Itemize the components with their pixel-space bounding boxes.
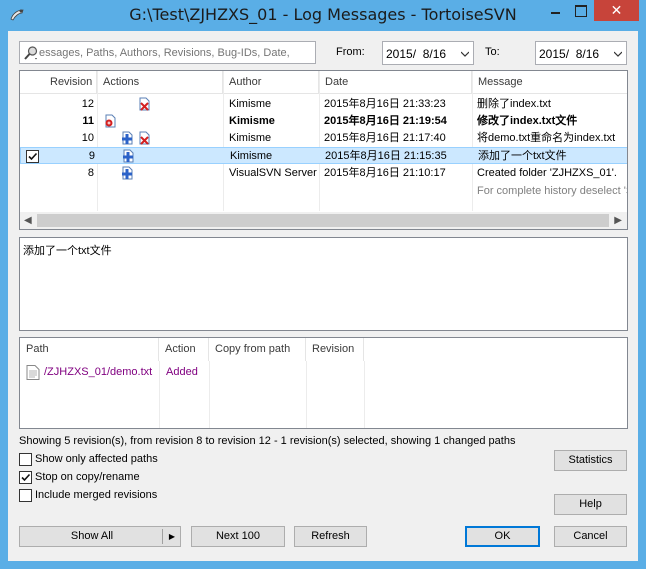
to-date-picker[interactable]: 2015/ 8/16: [535, 41, 627, 65]
search-input[interactable]: [39, 45, 309, 60]
date-cell: 2015年8月16日 21:10:17: [324, 167, 446, 179]
revision-row-selected[interactable]: 9 Kimisme 2015年8月16日 21:15:35 添加了一个txt文件: [20, 147, 627, 164]
revision-row[interactable]: 11 Kimisme 2015年8月16日 21:19:54 修改了index.…: [20, 113, 627, 130]
help-button[interactable]: Help: [554, 494, 627, 515]
message-cell: Created folder 'ZJHZXS_01'.: [477, 167, 617, 179]
checkbox-box[interactable]: [19, 453, 32, 466]
deleted-icon: [139, 131, 150, 145]
author-cell: Kimisme: [229, 115, 275, 127]
log-message-text: 添加了一个txt文件: [23, 245, 112, 257]
text-file-icon: [26, 365, 40, 380]
revision-number: 8: [87, 167, 94, 179]
revision-number: 10: [81, 132, 94, 144]
column-header-date[interactable]: Date: [319, 71, 472, 94]
revision-list-header: Revision Actions Author Date Message: [20, 71, 627, 94]
revision-number: 11: [82, 115, 94, 127]
close-button[interactable]: ✕: [594, 0, 639, 21]
message-cell: 修改了index.txt文件: [477, 115, 578, 127]
path-row[interactable]: /ZJHZXS_01/demo.txt Added: [20, 364, 627, 381]
message-cell: 将demo.txt重命名为index.txt: [477, 132, 616, 144]
close-icon: ✕: [610, 2, 623, 18]
revision-number: 9: [88, 150, 95, 162]
search-box[interactable]: [19, 41, 316, 64]
log-message-box[interactable]: 添加了一个txt文件: [19, 237, 628, 331]
chevron-down-icon[interactable]: [461, 50, 469, 58]
scroll-right-icon[interactable]: ▶: [614, 215, 622, 226]
ok-button[interactable]: OK: [465, 526, 540, 547]
changed-paths-list[interactable]: Path Action Copy from path Revision /ZJH…: [19, 337, 628, 429]
from-date-value: 2015/ 8/16: [386, 47, 447, 61]
added-icon: [122, 131, 133, 145]
row-checkbox[interactable]: [26, 150, 39, 163]
checkbox-box[interactable]: [19, 471, 32, 484]
show-all-label: Show All: [70, 530, 114, 542]
date-cell: 2015年8月16日 21:17:40: [324, 132, 446, 144]
column-header-author[interactable]: Author: [223, 71, 319, 94]
column-header-actions[interactable]: Actions: [97, 71, 223, 94]
deleted-icon: [139, 97, 150, 111]
search-icon[interactable]: [23, 45, 39, 61]
date-cell: 2015年8月16日 21:19:54: [324, 115, 447, 127]
column-header-action[interactable]: Action: [159, 338, 209, 361]
cancel-button[interactable]: Cancel: [554, 526, 627, 547]
history-hint: For complete history deselect 'S: [477, 185, 628, 197]
revision-row[interactable]: 10 Kimisme 2015年8月16日 21:17:40 将demo.txt…: [20, 130, 627, 147]
author-cell: VisualSVN Server: [229, 167, 317, 179]
horizontal-scrollbar[interactable]: ◀ ▶: [20, 212, 627, 229]
dialog-body: From: 2015/ 8/16 To: 2015/ 8/16 Revision…: [8, 31, 638, 561]
path-cell: /ZJHZXS_01/demo.txt: [44, 366, 153, 378]
revision-row[interactable]: 12 Kimisme 2015年8月16日 21:33:23 删除了index.…: [20, 96, 627, 113]
next-100-button[interactable]: Next 100: [191, 526, 285, 547]
date-cell: 2015年8月16日 21:15:35: [325, 150, 447, 162]
checkbox-box[interactable]: [19, 489, 32, 502]
message-cell: 删除了index.txt: [477, 98, 551, 110]
chevron-down-icon[interactable]: [614, 50, 622, 58]
check-icon: [28, 152, 38, 161]
column-header-path-revision[interactable]: Revision: [306, 338, 364, 361]
from-date-picker[interactable]: 2015/ 8/16: [382, 41, 474, 65]
action-cell: Added: [166, 366, 198, 378]
show-all-button[interactable]: Show All ▶: [19, 526, 181, 547]
revision-row[interactable]: 8 VisualSVN Server 2015年8月16日 21:10:17 C…: [20, 165, 627, 182]
author-cell: Kimisme: [230, 150, 273, 162]
dropdown-arrow-icon[interactable]: ▶: [169, 527, 175, 546]
statistics-button[interactable]: Statistics: [554, 450, 627, 471]
revision-number: 12: [81, 98, 94, 110]
check-icon: [21, 473, 31, 482]
added-icon: [122, 166, 133, 180]
scroll-left-icon[interactable]: ◀: [24, 215, 32, 226]
to-date-value: 2015/ 8/16: [539, 47, 600, 61]
added-icon: [123, 149, 134, 163]
column-header-copy-from[interactable]: Copy from path: [209, 338, 306, 361]
to-label: To:: [485, 46, 500, 58]
column-header-revision[interactable]: Revision: [44, 71, 97, 94]
maximize-button[interactable]: [568, 0, 593, 21]
scroll-thumb[interactable]: [37, 214, 609, 227]
modified-icon: [105, 114, 116, 128]
from-label: From:: [336, 46, 365, 58]
checkbox-label: Stop on copy/rename: [35, 471, 140, 483]
minimize-button[interactable]: [542, 0, 568, 21]
author-cell: Kimisme: [229, 98, 272, 110]
column-header-path[interactable]: Path: [20, 338, 159, 361]
date-cell: 2015年8月16日 21:33:23: [324, 98, 446, 110]
checkbox-label: Show only affected paths: [35, 453, 158, 465]
refresh-button[interactable]: Refresh: [294, 526, 367, 547]
message-cell: 添加了一个txt文件: [478, 150, 567, 162]
title-bar[interactable]: G:\Test\ZJHZXS_01 - Log Messages - Torto…: [0, 0, 646, 31]
author-cell: Kimisme: [229, 132, 272, 144]
revision-list[interactable]: Revision Actions Author Date Message 12 …: [19, 70, 628, 230]
split-divider: [162, 529, 163, 544]
column-header-message[interactable]: Message: [472, 71, 627, 94]
checkbox-label: Include merged revisions: [35, 489, 158, 501]
status-text: Showing 5 revision(s), from revision 8 t…: [19, 435, 516, 447]
